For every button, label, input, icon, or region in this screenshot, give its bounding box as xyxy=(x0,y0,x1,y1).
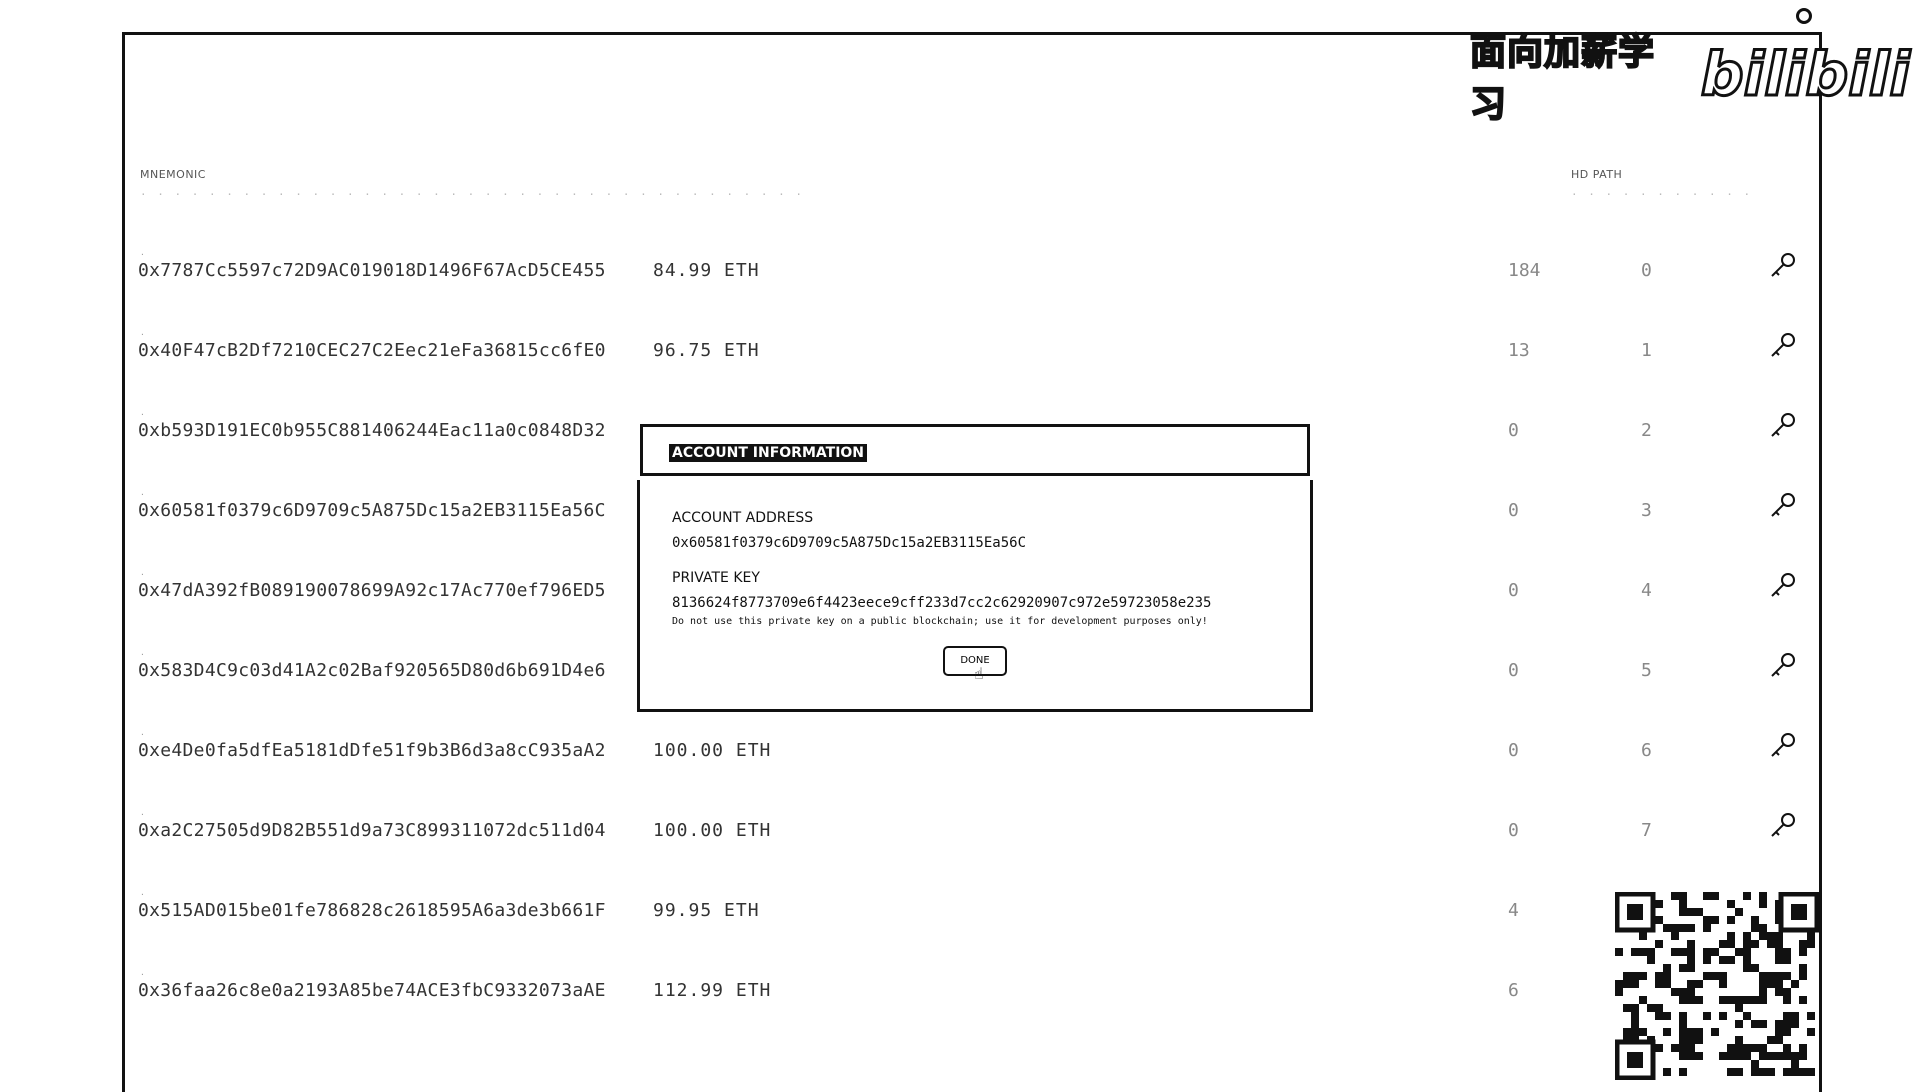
key-icon[interactable] xyxy=(1768,492,1796,520)
account-balance: 99.95 ETH xyxy=(653,900,760,921)
account-index: 0 xyxy=(1641,260,1652,281)
row-tick: · xyxy=(140,250,145,259)
account-address: 0x36faa26c8e0a2193A85be74ACE3fbC9332073a… xyxy=(138,980,606,1001)
account-row[interactable]: · 0x515AD015be01fe786828c2618595A6a3de3b6… xyxy=(138,890,1818,960)
modal-title: ACCOUNT INFORMATION xyxy=(669,444,868,462)
row-tick: · xyxy=(140,410,145,419)
account-info-modal: ACCOUNT ADDRESS 0x60581f0379c6D9709c5A87… xyxy=(637,480,1313,712)
account-address: 0xe4De0fa5dfEa5181dDfe51f9b3B6d3a8cC935a… xyxy=(138,740,606,761)
account-balance: 112.99 ETH xyxy=(653,980,772,1001)
account-tx-count: 4 xyxy=(1508,900,1519,921)
private-key-label: PRIVATE KEY xyxy=(672,570,760,586)
account-tx-count: 184 xyxy=(1508,260,1541,281)
mnemonic-label: MNEMONIC xyxy=(140,168,206,181)
account-address-label: ACCOUNT ADDRESS xyxy=(672,510,814,526)
account-address: 0x40F47cB2Df7210CEC27C2Eec21eFa36815cc6f… xyxy=(138,340,606,361)
modal-header: ACCOUNT INFORMATION xyxy=(640,424,1310,476)
row-tick: · xyxy=(140,970,145,979)
pointer-hand-icon: ☝ xyxy=(974,664,984,683)
account-address: 0xa2C27505d9D82B551d9a73C899311072dc511d… xyxy=(138,820,606,841)
account-balance: 100.00 ETH xyxy=(653,740,772,761)
row-tick: · xyxy=(140,810,145,819)
account-index: 5 xyxy=(1641,660,1652,681)
account-address: 0x583D4C9c03d41A2c02Baf920565D80d6b691D4… xyxy=(138,660,606,681)
row-tick: · xyxy=(140,730,145,739)
private-key-warning: Do not use this private key on a public … xyxy=(672,616,1208,627)
row-tick: · xyxy=(140,570,145,579)
account-address-value: 0x60581f0379c6D9709c5A875Dc15a2EB3115Ea5… xyxy=(672,535,1027,551)
account-index: 4 xyxy=(1641,580,1652,601)
key-icon[interactable] xyxy=(1768,332,1796,360)
account-index: 2 xyxy=(1641,420,1652,441)
bilibili-logo: bilibili xyxy=(1699,40,1911,110)
account-address: 0xb593D191EC0b955C881406244Eac11a0c0848D… xyxy=(138,420,606,441)
row-tick: · xyxy=(140,650,145,659)
account-address: 0x60581f0379c6D9709c5A875Dc15a2EB3115Ea5… xyxy=(138,500,606,521)
account-index: 1 xyxy=(1641,340,1652,361)
row-tick: · xyxy=(140,490,145,499)
account-row[interactable]: · 0xa2C27505d9D82B551d9a73C899311072dc511… xyxy=(138,810,1818,880)
account-tx-count: 0 xyxy=(1508,820,1519,841)
account-address: 0x7787Cc5597c72D9AC019018D1496F67AcD5CE4… xyxy=(138,260,606,281)
key-icon[interactable] xyxy=(1768,572,1796,600)
account-tx-count: 13 xyxy=(1508,340,1530,361)
account-row[interactable]: · 0xe4De0fa5dfEa5181dDfe51f9b3B6d3a8cC935… xyxy=(138,730,1818,800)
row-tick: · xyxy=(140,890,145,899)
key-icon[interactable] xyxy=(1768,252,1796,280)
watermark-text: 面向加薪学习 xyxy=(1469,31,1656,126)
key-icon[interactable] xyxy=(1768,732,1796,760)
mnemonic-value: · · · · · · · · · · · · · · · · · · · · … xyxy=(140,188,804,201)
hd-path-label: HD PATH xyxy=(1571,168,1623,181)
key-icon[interactable] xyxy=(1768,812,1796,840)
qr-code xyxy=(1614,891,1820,1081)
account-index: 7 xyxy=(1641,820,1652,841)
account-address: 0x47dA392fB089190078699A92c17Ac770ef796E… xyxy=(138,580,606,601)
account-balance: 84.99 ETH xyxy=(653,260,760,281)
private-key-value: 8136624f8773709e6f4423eece9cff233d7cc2c6… xyxy=(672,595,1212,611)
account-address: 0x515AD015be01fe786828c2618595A6a3de3b66… xyxy=(138,900,606,921)
hd-path-value: · · · · · · · · · · · xyxy=(1571,188,1753,201)
account-tx-count: 0 xyxy=(1508,740,1519,761)
account-balance: 96.75 ETH xyxy=(653,340,760,361)
key-icon[interactable] xyxy=(1768,652,1796,680)
account-row[interactable]: · 0x7787Cc5597c72D9AC019018D1496F67AcD5CE… xyxy=(138,250,1818,320)
account-tx-count: 0 xyxy=(1508,580,1519,601)
account-tx-count: 6 xyxy=(1508,980,1519,1001)
watermark: 面向加薪学习 bilibili xyxy=(1469,31,1920,126)
account-row[interactable]: · 0x40F47cB2Df7210CEC27C2Eec21eFa36815cc6… xyxy=(138,330,1818,400)
account-index: 3 xyxy=(1641,500,1652,521)
key-icon[interactable] xyxy=(1768,412,1796,440)
account-tx-count: 0 xyxy=(1508,660,1519,681)
account-index: 6 xyxy=(1641,740,1652,761)
watermark-dot xyxy=(1796,8,1812,24)
account-balance: 100.00 ETH xyxy=(653,820,772,841)
account-row[interactable]: · 0x36faa26c8e0a2193A85be74ACE3fbC9332073… xyxy=(138,970,1818,1040)
row-tick: · xyxy=(140,330,145,339)
account-tx-count: 0 xyxy=(1508,420,1519,441)
account-tx-count: 0 xyxy=(1508,500,1519,521)
